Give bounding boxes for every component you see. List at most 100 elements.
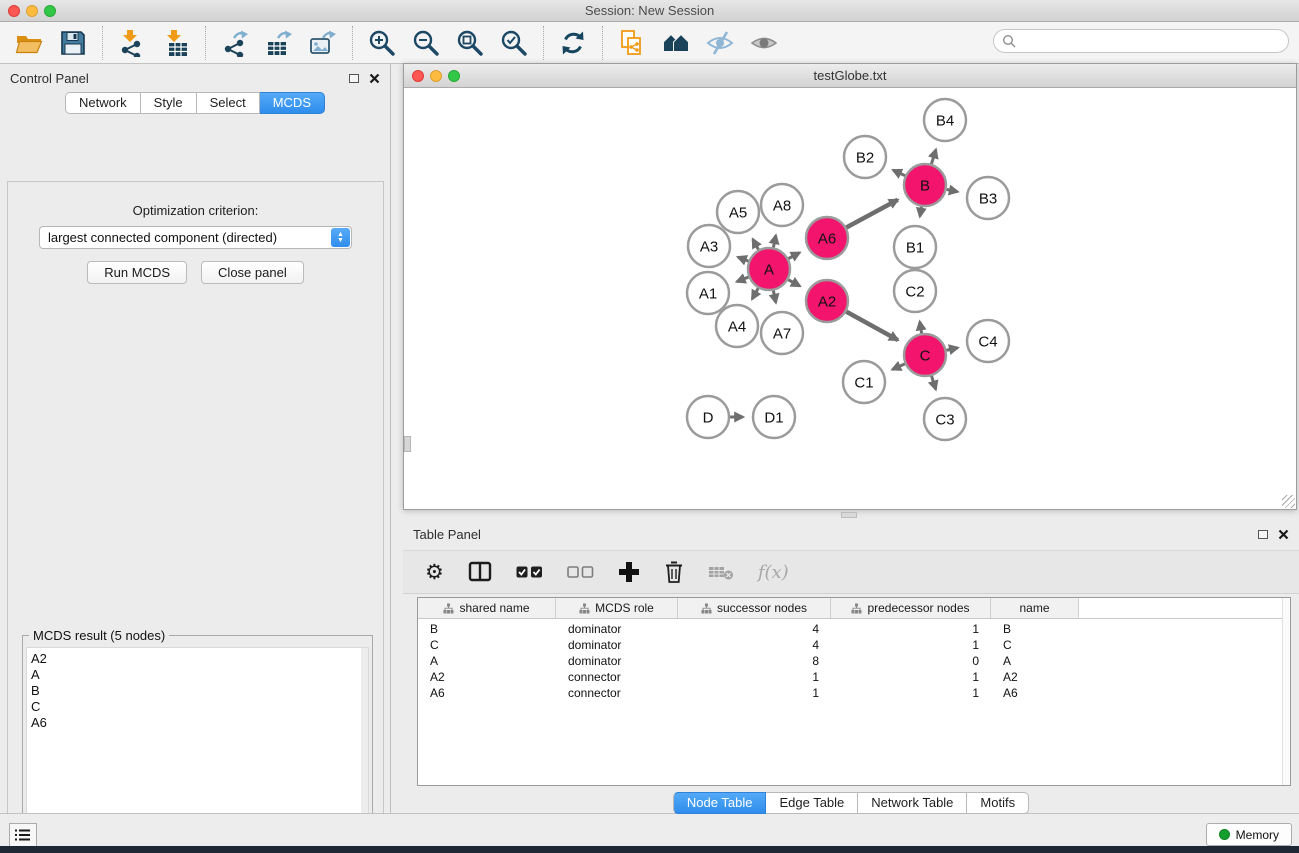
edge-A-A4[interactable] [752, 288, 758, 299]
node-C4[interactable]: C4 [967, 320, 1009, 362]
edge-A-A2[interactable] [788, 280, 800, 286]
tab-mcds[interactable]: MCDS [260, 92, 325, 114]
node-A5[interactable]: A5 [717, 191, 759, 233]
splitter-handle[interactable] [841, 512, 857, 518]
network-canvas[interactable]: B4 B2 B B3 A5A8A6 B1 A3 A C2 A1 A2 A4A7 C4 C C1 C3 D D1 [404, 88, 1296, 509]
task-history-button[interactable] [9, 823, 37, 847]
home-layout-icon[interactable] [661, 28, 691, 58]
close-panel-button[interactable]: Close panel [201, 261, 304, 284]
node-D[interactable]: D [687, 396, 729, 438]
add-column-icon[interactable] [618, 557, 640, 587]
table-scrollbar[interactable] [1282, 598, 1290, 785]
node-A6[interactable]: A6 [806, 217, 848, 259]
tab-style[interactable]: Style [141, 92, 197, 114]
export-table-icon[interactable] [264, 28, 294, 58]
node-C2[interactable]: C2 [894, 270, 936, 312]
table-settings-gear-icon[interactable]: ⚙ [425, 557, 444, 587]
edge-B-B1[interactable] [920, 207, 922, 217]
node-B[interactable]: B [904, 164, 946, 206]
window-resize-grip[interactable] [1282, 495, 1295, 508]
criterion-dropdown[interactable]: largest connected component (directed) ▲… [39, 226, 352, 249]
column-header-predecessor-nodes[interactable]: predecessor nodes [831, 598, 991, 618]
mcds-result-item[interactable]: A6 [31, 715, 368, 731]
node-A7[interactable]: A7 [761, 312, 803, 354]
export-image-icon[interactable] [308, 28, 338, 58]
hide-selected-icon[interactable] [705, 28, 735, 58]
edge-C-C1[interactable] [892, 364, 905, 370]
edge-A6-B[interactable] [846, 200, 897, 228]
run-mcds-button[interactable]: Run MCDS [87, 261, 187, 284]
table-row[interactable]: A2connector11A2 [418, 669, 1290, 685]
float-table-panel-icon[interactable] [1258, 530, 1268, 539]
import-network-icon[interactable] [117, 28, 147, 58]
table-row[interactable]: Bdominator41B [418, 621, 1290, 637]
select-all-checkboxes-icon[interactable] [516, 557, 543, 587]
edge-B-B4[interactable] [931, 150, 935, 164]
edge-A-A8[interactable] [773, 235, 775, 247]
tab-network-table[interactable]: Network Table [858, 792, 967, 814]
mcds-result-item[interactable]: B [31, 683, 368, 699]
table-row[interactable]: A6connector11A6 [418, 685, 1290, 701]
tab-node-table[interactable]: Node Table [673, 792, 767, 814]
node-A1[interactable]: A1 [687, 272, 729, 314]
tab-motifs[interactable]: Motifs [967, 792, 1029, 814]
node-A3[interactable]: A3 [688, 225, 730, 267]
node-B3[interactable]: B3 [967, 177, 1009, 219]
node-A2[interactable]: A2 [806, 280, 848, 322]
edge-C-C4[interactable] [946, 348, 957, 351]
zoom-fit-icon[interactable] [455, 28, 485, 58]
node-B1[interactable]: B1 [894, 226, 936, 268]
node-B4[interactable]: B4 [924, 99, 966, 141]
float-panel-icon[interactable] [349, 74, 359, 83]
node-D1[interactable]: D1 [753, 396, 795, 438]
duplicate-network-icon[interactable] [617, 28, 647, 58]
close-table-panel-icon[interactable] [1278, 529, 1289, 540]
node-C1[interactable]: C1 [843, 361, 885, 403]
tab-edge-table[interactable]: Edge Table [766, 792, 858, 814]
import-table-icon[interactable] [161, 28, 191, 58]
edge-B-B2[interactable] [893, 170, 905, 176]
column-header-successor-nodes[interactable]: successor nodes [678, 598, 831, 618]
search-input[interactable] [993, 29, 1289, 53]
delete-column-icon[interactable] [664, 557, 684, 587]
node-A4[interactable]: A4 [716, 305, 758, 347]
tab-network[interactable]: Network [65, 92, 141, 114]
table-row[interactable]: Cdominator41C [418, 637, 1290, 653]
birdseye-toggle-handle[interactable] [404, 436, 411, 452]
edge-A2-C[interactable] [846, 312, 898, 340]
mcds-result-item[interactable]: A [31, 667, 368, 683]
close-panel-icon[interactable] [369, 73, 380, 84]
save-session-icon[interactable] [58, 28, 88, 58]
edge-A-A1[interactable] [737, 277, 749, 282]
memory-button[interactable]: Memory [1206, 823, 1292, 846]
open-session-icon[interactable] [14, 28, 44, 58]
edge-A-A6[interactable] [788, 253, 799, 259]
show-all-icon[interactable] [749, 28, 779, 58]
edge-A-A3[interactable] [738, 257, 749, 261]
node-B2[interactable]: B2 [844, 136, 886, 178]
edge-C-C3[interactable] [932, 376, 936, 389]
zoom-out-icon[interactable] [411, 28, 441, 58]
node-C[interactable]: C [904, 334, 946, 376]
column-header-name[interactable]: name [991, 598, 1079, 618]
node-A[interactable]: A [748, 248, 790, 290]
deselect-all-checkboxes-icon[interactable] [567, 557, 594, 587]
edge-A-A5[interactable] [753, 239, 759, 249]
tab-select[interactable]: Select [197, 92, 260, 114]
edge-C-C2[interactable] [920, 322, 922, 334]
export-network-icon[interactable] [220, 28, 250, 58]
show-column-icon[interactable] [468, 557, 492, 587]
mcds-result-item[interactable]: A2 [31, 651, 368, 667]
refresh-icon[interactable] [558, 28, 588, 58]
column-header-mcds-role[interactable]: MCDS role [556, 598, 678, 618]
zoom-in-icon[interactable] [367, 28, 397, 58]
node-C3[interactable]: C3 [924, 398, 966, 440]
zoom-selected-icon[interactable] [499, 28, 529, 58]
table-row[interactable]: Adominator80A [418, 653, 1290, 669]
edge-A-A7[interactable] [773, 291, 775, 303]
edge-B-B3[interactable] [947, 189, 958, 191]
mcds-result-item[interactable]: C [31, 699, 368, 715]
node-A8[interactable]: A8 [761, 184, 803, 226]
column-header-shared-name[interactable]: shared name [418, 598, 556, 618]
network-window-titlebar[interactable]: testGlobe.txt [404, 64, 1296, 88]
